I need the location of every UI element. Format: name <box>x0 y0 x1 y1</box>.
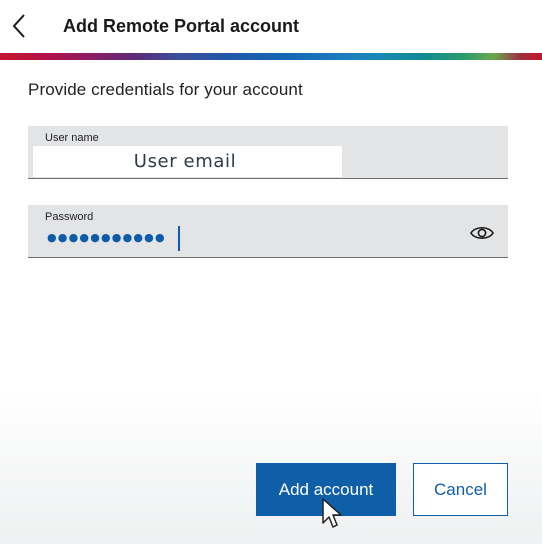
mouse-pointer-icon <box>322 498 342 528</box>
text-cursor <box>178 226 180 251</box>
eye-icon <box>470 226 494 240</box>
username-field[interactable]: User name User email <box>28 126 508 179</box>
username-input[interactable]: User email <box>33 146 342 177</box>
form-subtitle: Provide credentials for your account <box>28 80 303 99</box>
show-password-toggle[interactable] <box>469 223 495 243</box>
username-label: User name <box>45 132 99 144</box>
chevron-left-icon <box>12 14 25 38</box>
page-title: Add Remote Portal account <box>63 16 300 36</box>
password-field[interactable]: Password ●●●●●●●●●●● <box>28 205 508 258</box>
back-button[interactable] <box>6 12 32 40</box>
username-value: User email <box>133 151 237 172</box>
password-input[interactable]: ●●●●●●●●●●● <box>47 230 166 246</box>
password-label: Password <box>45 211 94 223</box>
brand-supergraphic-bar <box>0 53 542 60</box>
add-account-screen: Add Remote Portal account Provide creden… <box>0 0 542 544</box>
header: Add Remote Portal account <box>0 0 542 54</box>
cancel-button[interactable]: Cancel <box>413 463 508 516</box>
